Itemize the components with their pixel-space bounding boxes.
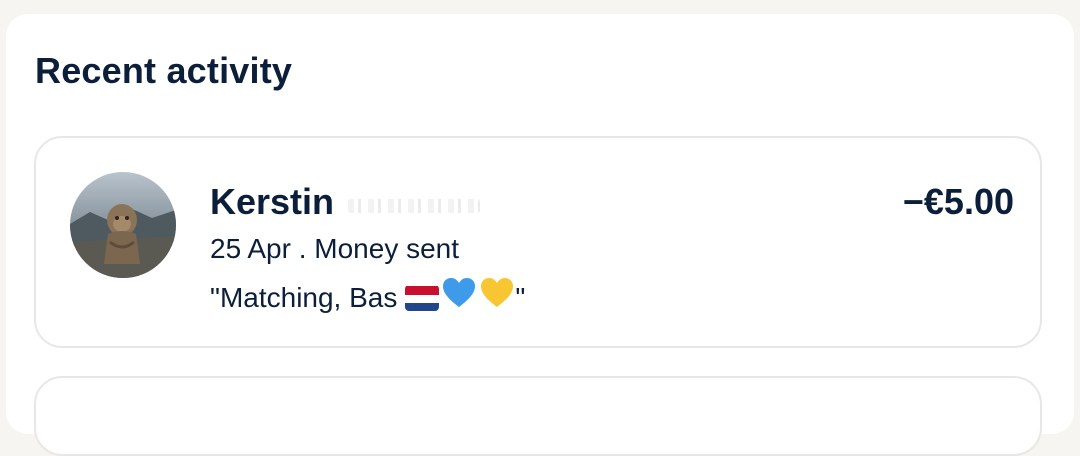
netherlands-flag-icon (405, 285, 440, 311)
yellow-heart-icon (479, 276, 515, 319)
transaction-note: "Matching, Bas " (210, 276, 525, 319)
redacted-surname (348, 199, 481, 213)
note-text: "Matching, Bas (210, 281, 398, 313)
name-row: Kerstin (210, 180, 481, 224)
section-title: Recent activity (35, 50, 293, 91)
avatar-photo (70, 172, 176, 278)
contact-name: Kerstin (210, 181, 335, 222)
transaction-date-type: 25 Apr . Money sent (210, 233, 460, 264)
recent-activity-panel: Recent activity Kerstin −€5.00 25 Apr . … (6, 14, 1074, 456)
avatar (70, 172, 176, 278)
transaction-amount: −€5.00 (902, 181, 1014, 222)
activity-item-next[interactable] (34, 376, 1042, 456)
blue-heart-icon (441, 276, 477, 319)
note-closing-quote: " (515, 281, 526, 313)
activity-item[interactable]: Kerstin −€5.00 25 Apr . Money sent "Matc… (34, 136, 1042, 348)
